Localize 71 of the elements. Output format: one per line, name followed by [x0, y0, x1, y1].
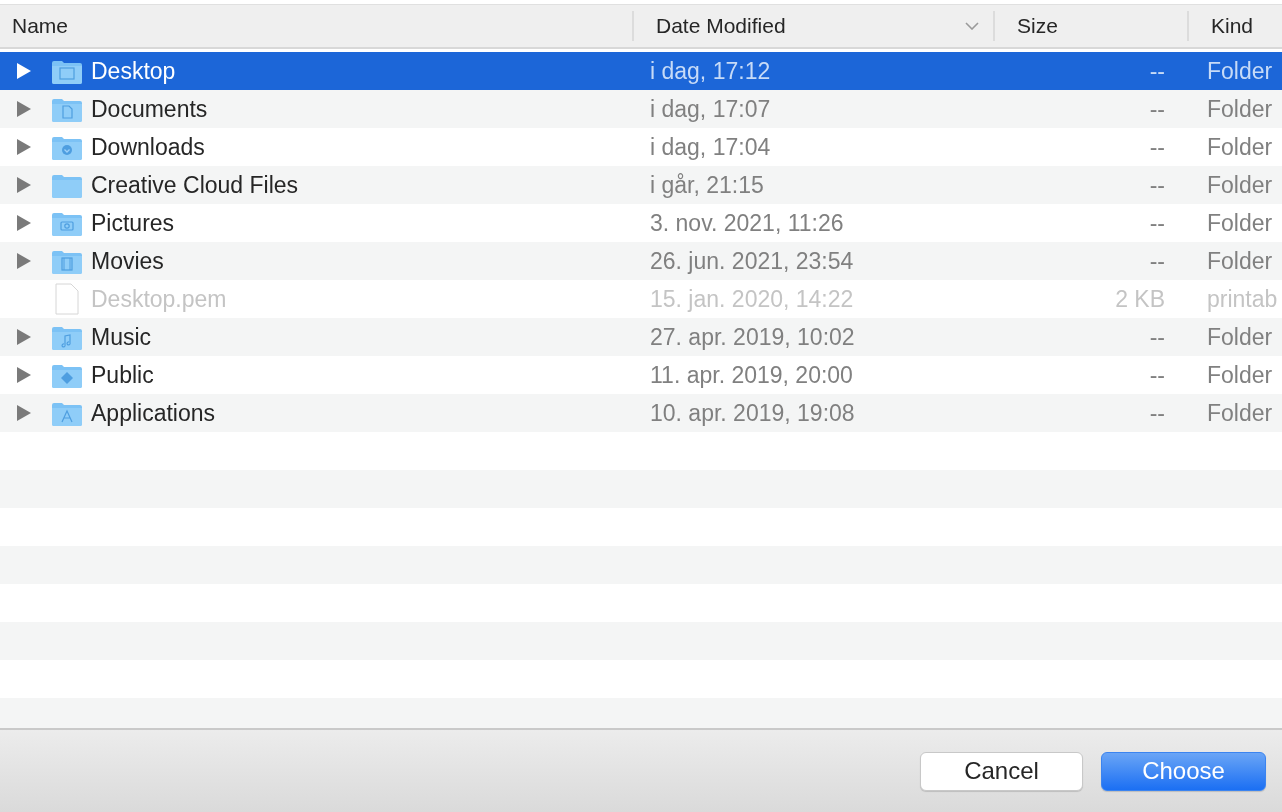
file-name: Desktop: [91, 57, 176, 85]
file-row[interactable]: Applications 10. apr. 2019, 19:08 -- Folder: [0, 394, 1282, 432]
file-size: --: [1149, 57, 1165, 84]
folder-with-symbol-icon: [51, 59, 83, 85]
date-modified: i går, 21:15: [650, 171, 764, 198]
file-name: Pictures: [91, 209, 175, 237]
disclosure-triangle-icon[interactable]: [17, 101, 31, 117]
date-modified: i dag, 17:04: [650, 133, 771, 160]
file-name: Movies: [91, 247, 164, 275]
date-modified: 11. apr. 2019, 20:00: [650, 361, 853, 388]
secondary-button[interactable]: Cancel: [920, 751, 1083, 791]
file-name: Creative Cloud Files: [91, 171, 299, 199]
column-header[interactable]: Date Modified: [656, 14, 786, 38]
file-kind: Folder: [1207, 209, 1273, 236]
date-modified: i dag, 17:07: [650, 95, 771, 122]
file-kind: Folder: [1207, 399, 1273, 426]
file-kind: Folder: [1207, 57, 1273, 84]
date-modified: 26. jun. 2021, 23:54: [650, 247, 854, 274]
file-name: Documents: [91, 95, 208, 123]
date-modified: 27. apr. 2019, 10:02: [650, 323, 855, 350]
document-icon: [54, 283, 80, 315]
file-name: Applications: [91, 399, 216, 427]
column-header[interactable]: Size: [1017, 14, 1058, 38]
file-row[interactable]: Movies 26. jun. 2021, 23:54 -- Folder: [0, 242, 1282, 280]
file-row[interactable]: Desktop i dag, 17:12 -- Folder: [0, 52, 1282, 90]
disclosure-triangle-icon[interactable]: [17, 63, 31, 79]
folder-with-symbol-icon: [51, 325, 83, 351]
file-size: --: [1149, 171, 1165, 198]
file-kind: Folder: [1207, 323, 1273, 350]
folder-icon: [51, 173, 83, 199]
column-header[interactable]: Kind: [1211, 14, 1254, 38]
file-size: --: [1149, 361, 1165, 388]
disclosure-triangle-icon[interactable]: [17, 329, 31, 345]
file-name: Desktop.pem: [91, 285, 227, 313]
file-kind: printab: [1207, 285, 1278, 312]
file-kind: Folder: [1207, 133, 1273, 160]
date-modified: i dag, 17:12: [650, 57, 771, 84]
chevron-down-icon: [965, 22, 979, 30]
disclosure-triangle-icon[interactable]: [17, 177, 31, 193]
folder-with-symbol-icon: [51, 211, 83, 237]
folder-with-symbol-icon: [51, 363, 83, 389]
file-kind: Folder: [1207, 95, 1273, 122]
column-header[interactable]: Name: [12, 14, 69, 38]
file-size: --: [1149, 399, 1165, 426]
file-kind: Folder: [1207, 171, 1273, 198]
file-row[interactable]: Music 27. apr. 2019, 10:02 -- Folder: [0, 318, 1282, 356]
date-modified: 15. jan. 2020, 14:22: [650, 285, 854, 312]
file-name: Public: [91, 361, 154, 389]
file-row[interactable]: Creative Cloud Files i går, 21:15 -- Folder: [0, 166, 1282, 204]
folder-with-symbol-icon: [51, 401, 83, 427]
date-modified: 10. apr. 2019, 19:08: [650, 399, 855, 426]
file-row[interactable]: Documents i dag, 17:07 -- Folder: [0, 90, 1282, 128]
file-size: 2 KB: [1115, 285, 1165, 312]
file-size: --: [1149, 133, 1165, 160]
file-size: --: [1149, 95, 1165, 122]
file-name: Music: [91, 323, 152, 351]
file-kind: Folder: [1207, 247, 1273, 274]
file-size: --: [1149, 323, 1165, 350]
folder-with-symbol-icon: [51, 135, 83, 161]
disclosure-triangle-icon[interactable]: [17, 139, 31, 155]
disclosure-triangle-icon[interactable]: [17, 405, 31, 421]
file-size: --: [1149, 209, 1165, 236]
disclosure-triangle-icon[interactable]: [17, 215, 31, 231]
folder-with-symbol-icon: [51, 97, 83, 123]
disclosure-triangle-icon[interactable]: [17, 367, 31, 383]
file-name: Downloads: [91, 133, 205, 161]
folder-with-symbol-icon: [51, 249, 83, 275]
file-size: --: [1149, 247, 1165, 274]
file-kind: Folder: [1207, 361, 1273, 388]
disclosure-triangle-icon[interactable]: [17, 253, 31, 269]
date-modified: 3. nov. 2021, 11:26: [650, 209, 844, 236]
